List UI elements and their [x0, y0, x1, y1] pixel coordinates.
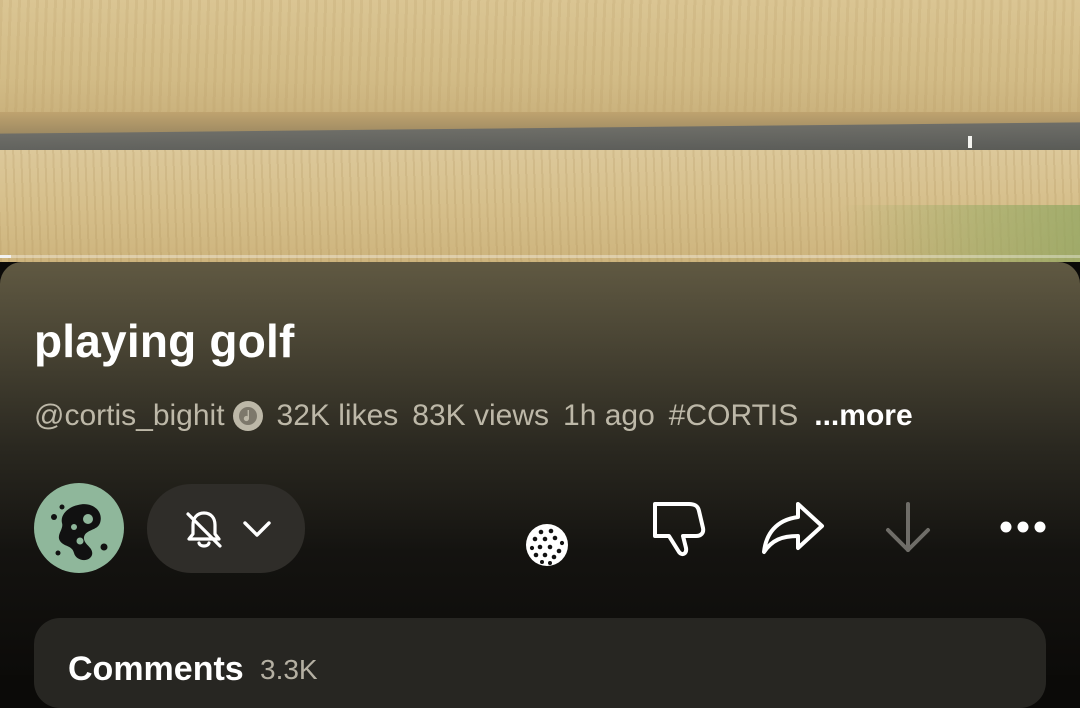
dislike-icon [653, 502, 706, 557]
like-count: 32K likes [276, 399, 399, 432]
channel-handle[interactable]: @cortis_bighit [34, 399, 225, 433]
hashtag-link[interactable]: #CORTIS [669, 399, 798, 433]
more-options-icon [1000, 521, 1046, 533]
share-button[interactable] [758, 498, 828, 558]
comments-count: 3.3K [260, 654, 318, 685]
video-progress-bar[interactable] [0, 255, 1080, 258]
chevron-down-icon [243, 520, 271, 537]
video-player[interactable] [0, 0, 1080, 262]
green-patch [840, 205, 1080, 262]
verified-music-icon [232, 401, 263, 431]
upload-age: 1h ago [563, 399, 655, 432]
channel-avatar[interactable] [34, 483, 124, 573]
more-options-button[interactable] [994, 505, 1052, 549]
notification-settings-button[interactable] [147, 484, 305, 573]
view-count: 83K views [412, 399, 550, 432]
download-button[interactable] [880, 498, 936, 558]
video-progress-fill [0, 255, 11, 258]
download-icon [886, 502, 930, 552]
video-title[interactable]: playing golf [34, 314, 295, 368]
more-link[interactable]: ...more [814, 399, 912, 433]
share-icon [762, 502, 824, 554]
channel-logo-icon [51, 504, 108, 561]
video-metadata-row[interactable]: @cortis_bighit 32K likes 83K views 1h ag… [34, 396, 913, 436]
yardage-marker [968, 136, 972, 148]
comments-section[interactable]: Comments 3.3K [34, 618, 1046, 708]
comments-label: Comments [68, 650, 244, 688]
dislike-button[interactable] [645, 494, 711, 560]
golf-ball-icon[interactable] [524, 522, 570, 568]
notifications-off-icon [186, 510, 222, 548]
